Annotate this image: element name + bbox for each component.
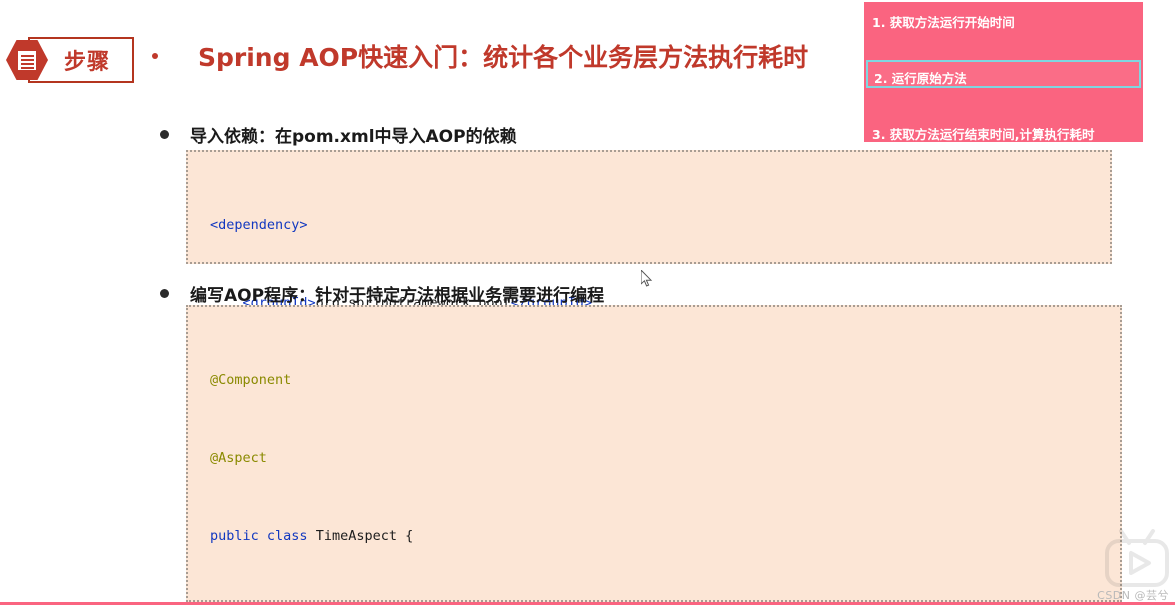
steps-panel-item-2: 2. 运行原始方法 <box>874 71 967 86</box>
csdn-watermark: CSDN @芸兮 <box>1097 589 1169 602</box>
code-block-time-aspect: @Component @Aspect public class TimeAspe… <box>186 305 1122 602</box>
bullet-label: 导入依赖：在pom.xml中导入AOP的依赖 <box>190 127 517 147</box>
bullet-item-import-dependency: 导入依赖：在pom.xml中导入AOP的依赖 <box>160 122 517 147</box>
step-badge: 步骤 <box>6 36 134 84</box>
page-title: Spring AOP快速入门：统计各个业务层方法执行耗时 <box>152 38 808 74</box>
bullet-item-write-aop-program: 编写AOP程序：针对于特定方法根据业务需要进行编程 <box>160 281 604 306</box>
code-line: <dependency> <box>210 217 308 233</box>
steps-panel: 1. 获取方法运行开始时间 2. 运行原始方法 3. 获取方法运行结束时间,计算… <box>864 2 1143 142</box>
title-bullet-icon <box>152 53 158 59</box>
bullet-label: 编写AOP程序：针对于特定方法根据业务需要进行编程 <box>190 286 605 306</box>
mouse-pointer-icon <box>641 270 653 288</box>
code-block-dependency: <dependency> <groupId>org.springframewor… <box>186 150 1112 467</box>
step-badge-label: 步骤 <box>63 50 110 75</box>
bullet-dot-icon <box>160 289 169 298</box>
bullet-dot-icon <box>160 130 169 139</box>
steps-panel-item-3: 3. 获取方法运行结束时间,计算执行耗时 <box>872 127 1095 142</box>
video-play-watermark-icon <box>1101 527 1173 589</box>
code-line: public class TimeAspect { <box>210 528 414 544</box>
code-line: @Aspect <box>210 450 267 466</box>
document-icon <box>17 50 37 71</box>
code-line: @Component <box>210 372 292 388</box>
steps-panel-item-1: 1. 获取方法运行开始时间 <box>872 15 1015 30</box>
slide-canvas: 步骤 Spring AOP快速入门：统计各个业务层方法执行耗时 1. 获取方法运… <box>0 0 1175 605</box>
title-text: Spring AOP快速入门：统计各个业务层方法执行耗时 <box>198 43 809 72</box>
